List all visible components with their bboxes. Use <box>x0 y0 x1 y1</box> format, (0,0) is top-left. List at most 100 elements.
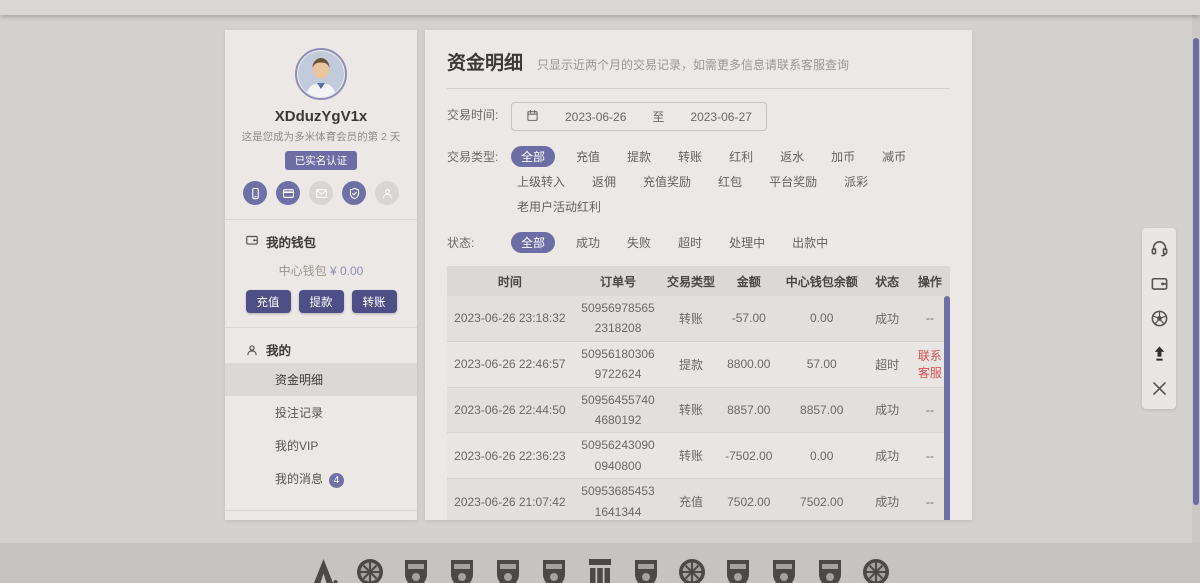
date-range-picker[interactable]: 2023-06-26 至 2023-06-27 <box>511 102 767 131</box>
status-option[interactable]: 成功 <box>570 232 606 253</box>
transaction-type-option[interactable]: 上级转入 <box>511 171 571 192</box>
column-header: 中心钱包余额 <box>779 271 865 292</box>
transactions-table: 时间订单号交易类型金额中心钱包余额状态操作 2023-06-26 23:18:3… <box>447 266 950 520</box>
sidebar-item[interactable]: 投注记录 <box>225 396 417 429</box>
cell-transaction-type: 转账 <box>663 445 718 466</box>
transaction-type-option[interactable]: 充值奖励 <box>637 171 697 192</box>
column-header: 交易类型 <box>663 271 718 292</box>
date-from-value: 2023-06-26 <box>565 110 626 124</box>
cell-amount: 7502.00 <box>719 493 779 511</box>
status-option[interactable]: 处理中 <box>723 232 771 253</box>
cell-time: 2023-06-26 23:18:32 <box>447 309 573 327</box>
column-header: 状态 <box>864 271 909 292</box>
transaction-type-option[interactable]: 充值 <box>570 146 606 167</box>
cell-order-number: 50956243090 0940800 <box>573 433 664 478</box>
user-icon <box>245 343 259 357</box>
wallet-balance: 中心钱包 ¥ 0.00 <box>225 262 417 279</box>
cell-time: 2023-06-26 22:46:57 <box>447 355 573 373</box>
floating-toolbar <box>1142 228 1176 409</box>
type-filter-options: 全部充值提款转账红利返水加币减币上级转入返佣充值奖励红包平台奖励派彩老用户活动红… <box>511 144 950 217</box>
cell-time: 2023-06-26 22:36:23 <box>447 447 573 465</box>
transaction-type-option[interactable]: 加币 <box>825 146 861 167</box>
wallet-action-button[interactable]: 充值 <box>246 290 291 313</box>
cell-wallet-balance: 0.00 <box>779 309 865 327</box>
transaction-type-option[interactable]: 平台奖励 <box>763 171 823 192</box>
transaction-row: 2023-06-26 21:07:4250953685453 1641344充值… <box>447 479 950 520</box>
status-filter-label: 状态: <box>447 230 511 251</box>
cell-status: 成功 <box>864 308 909 329</box>
mail-icon[interactable] <box>309 181 333 205</box>
sidebar-item[interactable]: 资金明细 <box>225 363 417 396</box>
sidebar-item-label: 我的VIP <box>275 439 318 453</box>
cell-status: 成功 <box>864 491 909 512</box>
transaction-row: 2023-06-26 23:18:3250956978565 2318208转账… <box>447 296 950 342</box>
sidebar-item[interactable]: 我的消息4 <box>225 462 417 496</box>
divider <box>447 88 950 89</box>
team-badge-circle <box>859 551 893 583</box>
phone-icon[interactable] <box>243 181 267 205</box>
transaction-type-option[interactable]: 返佣 <box>586 171 622 192</box>
calendar-icon <box>526 109 539 122</box>
footer <box>0 543 1200 583</box>
page-scrollbar-thumb[interactable] <box>1193 38 1199 505</box>
cell-transaction-type: 转账 <box>663 399 718 420</box>
team-badge-shield <box>537 551 571 583</box>
cell-transaction-type: 提款 <box>663 354 718 375</box>
transaction-row: 2023-06-26 22:36:2350956243090 0940800转账… <box>447 433 950 479</box>
status-option[interactable]: 超时 <box>672 232 708 253</box>
wallet-buttons-row: 充值提款转账 <box>225 290 417 313</box>
transaction-type-option[interactable]: 减币 <box>876 146 912 167</box>
column-header: 时间 <box>447 271 573 292</box>
team-badge-circle <box>353 551 387 583</box>
calendar-icon <box>526 109 539 125</box>
table-scrollbar[interactable] <box>944 296 950 520</box>
date-range-separator: 至 <box>652 108 664 125</box>
back-to-top-icon[interactable] <box>1142 336 1176 371</box>
page-title: 资金明细 <box>447 48 523 75</box>
transaction-type-option[interactable]: 红利 <box>723 146 759 167</box>
status-option[interactable]: 出款中 <box>786 232 834 253</box>
page-scrollbar-track[interactable] <box>1192 0 1200 583</box>
table-header-row: 时间订单号交易类型金额中心钱包余额状态操作 <box>447 266 950 296</box>
wallet-section-header: 我的钱包 <box>225 220 417 251</box>
wallet-action-button[interactable]: 提款 <box>299 290 344 313</box>
transaction-type-option[interactable]: 派彩 <box>838 171 874 192</box>
cell-time: 2023-06-26 21:07:42 <box>447 493 573 511</box>
sidebar-item-label: 投注记录 <box>275 406 323 420</box>
transaction-type-option[interactable]: 全部 <box>511 146 555 167</box>
transaction-type-option[interactable]: 老用户活动红利 <box>511 196 607 217</box>
status-filter-row: 状态: 全部成功失败超时处理中出款中 <box>447 230 950 253</box>
team-badge-shield <box>721 551 755 583</box>
transaction-type-option[interactable]: 提款 <box>621 146 657 167</box>
cell-order-number: 50956978565 2318208 <box>573 296 664 341</box>
wallet-icon[interactable] <box>1142 266 1176 301</box>
close-icon[interactable] <box>1142 371 1176 406</box>
menu-section-header: 设置 <box>225 511 417 520</box>
status-option[interactable]: 失败 <box>621 232 657 253</box>
team-badge-shield <box>399 551 433 583</box>
transaction-type-option[interactable]: 红包 <box>712 171 748 192</box>
wallet-balance-value: ¥ 0.00 <box>330 264 363 278</box>
transaction-row: 2023-06-26 22:46:5750956180306 9722624提款… <box>447 342 950 388</box>
avatar[interactable] <box>295 48 347 100</box>
column-header: 订单号 <box>573 271 664 292</box>
sidebar-item[interactable]: 我的VIP <box>225 429 417 462</box>
shield-check-icon[interactable] <box>342 181 366 205</box>
contact-support-link[interactable]: 联系客服 <box>918 349 942 380</box>
unread-count-badge: 4 <box>329 473 344 488</box>
status-option[interactable]: 全部 <box>511 232 555 253</box>
profile-sidebar: XDduzYgV1x 这是您成为多米体育会员的第 2 天 已实名认证 我的钱包 … <box>225 30 417 520</box>
transaction-type-option[interactable]: 转账 <box>672 146 708 167</box>
cell-wallet-balance: 8857.00 <box>779 401 865 419</box>
transaction-type-option[interactable]: 返水 <box>774 146 810 167</box>
member-since-note: 这是您成为多米体育会员的第 2 天 <box>225 129 417 144</box>
bank-card-icon[interactable] <box>276 181 300 205</box>
headset-icon[interactable] <box>1142 231 1176 266</box>
cell-amount: -57.00 <box>719 309 779 327</box>
cell-amount: 8800.00 <box>719 355 779 373</box>
cell-status: 成功 <box>864 399 909 420</box>
a-league-logo <box>307 551 341 583</box>
user-icon[interactable] <box>375 181 399 205</box>
football-icon[interactable] <box>1142 301 1176 336</box>
wallet-action-button[interactable]: 转账 <box>352 290 397 313</box>
